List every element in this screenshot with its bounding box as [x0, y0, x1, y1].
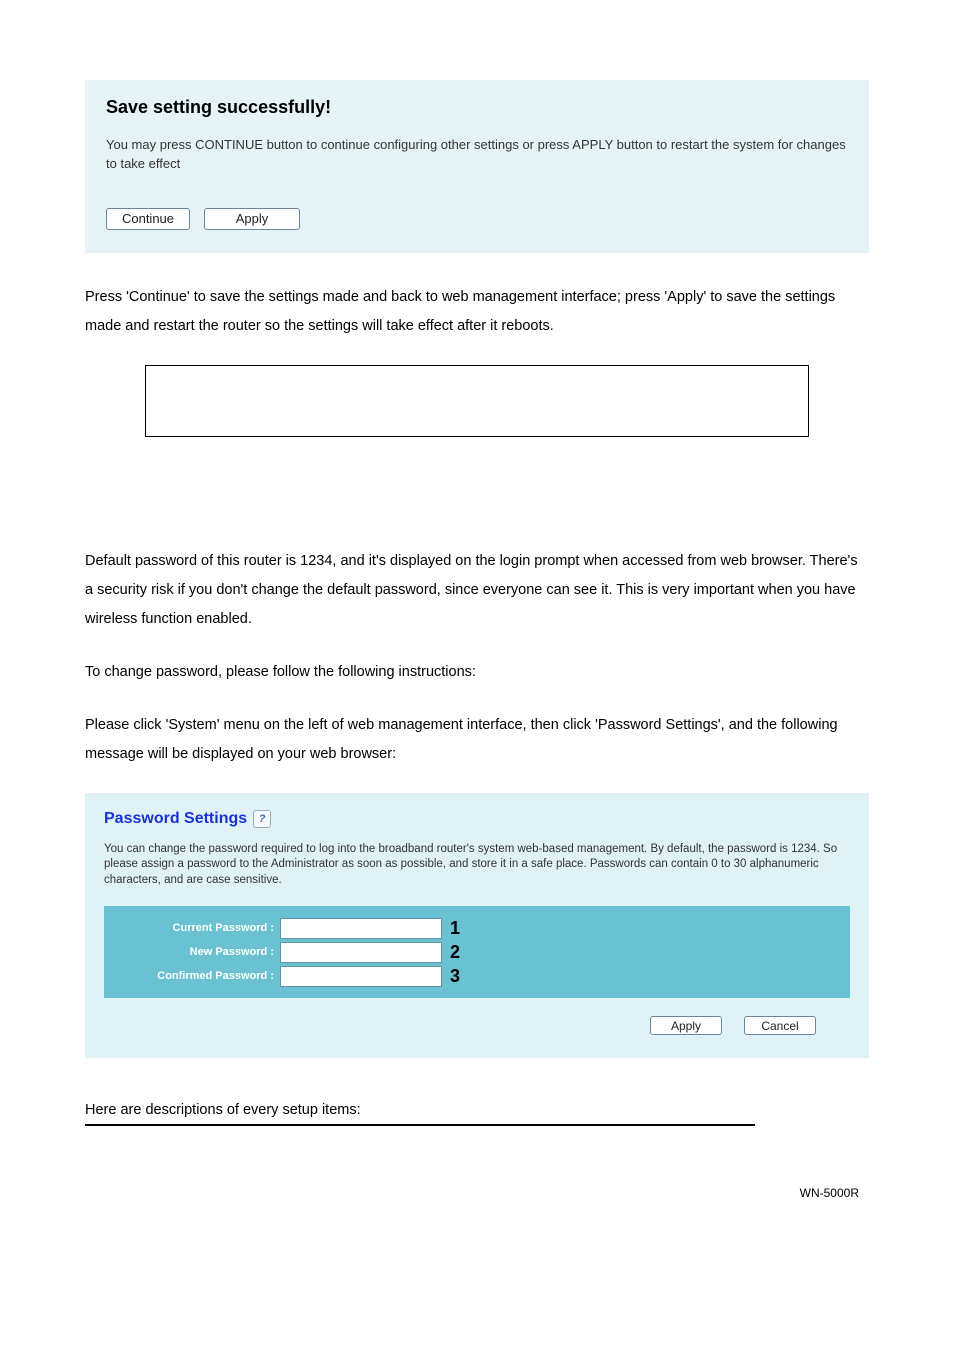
- apply-button[interactable]: Apply: [204, 208, 300, 230]
- save-description: You may press CONTINUE button to continu…: [106, 136, 848, 174]
- continue-button[interactable]: Continue: [106, 208, 190, 230]
- placeholder-box: [145, 365, 809, 437]
- callout-number: 1: [450, 918, 460, 939]
- footer-model: WN-5000R: [800, 1186, 859, 1200]
- save-title: Save setting successfully!: [106, 97, 848, 118]
- callout-number: 2: [450, 942, 460, 963]
- password-apply-button[interactable]: Apply: [650, 1016, 722, 1035]
- divider: [85, 1124, 755, 1126]
- save-settings-panel: Save setting successfully! You may press…: [85, 80, 869, 253]
- password-cancel-button[interactable]: Cancel: [744, 1016, 816, 1035]
- password-settings-title-row: Password Settings ?: [104, 810, 850, 828]
- callout-number: 3: [450, 966, 460, 987]
- help-icon[interactable]: ?: [253, 810, 271, 828]
- confirmed-password-row: Confirmed Password : 3: [114, 964, 800, 988]
- new-password-row: New Password : 2: [114, 940, 800, 964]
- current-password-row: Current Password : 1: [114, 916, 800, 940]
- paragraph: Default password of this router is 1234,…: [85, 547, 869, 634]
- save-buttons-row: Continue Apply: [106, 208, 848, 230]
- current-password-input[interactable]: [280, 918, 442, 939]
- password-action-buttons: Apply Cancel: [104, 1016, 850, 1035]
- confirmed-password-input[interactable]: [280, 966, 442, 987]
- paragraph: Press 'Continue' to save the settings ma…: [85, 283, 869, 341]
- password-settings-panel: Password Settings ? You can change the p…: [85, 793, 869, 1059]
- paragraph: Please click 'System' menu on the left o…: [85, 711, 869, 769]
- closing-text: Here are descriptions of every setup ite…: [85, 1102, 869, 1118]
- password-form: Current Password : 1 New Password : 2 Co…: [104, 906, 850, 998]
- document-body: Press 'Continue' to save the settings ma…: [85, 283, 869, 769]
- new-password-label: New Password :: [114, 946, 274, 958]
- new-password-input[interactable]: [280, 942, 442, 963]
- paragraph: To change password, please follow the fo…: [85, 658, 869, 687]
- password-settings-title: Password Settings: [104, 810, 247, 828]
- current-password-label: Current Password :: [114, 922, 274, 934]
- password-settings-description: You can change the password required to …: [104, 842, 850, 889]
- confirmed-password-label: Confirmed Password :: [114, 970, 274, 982]
